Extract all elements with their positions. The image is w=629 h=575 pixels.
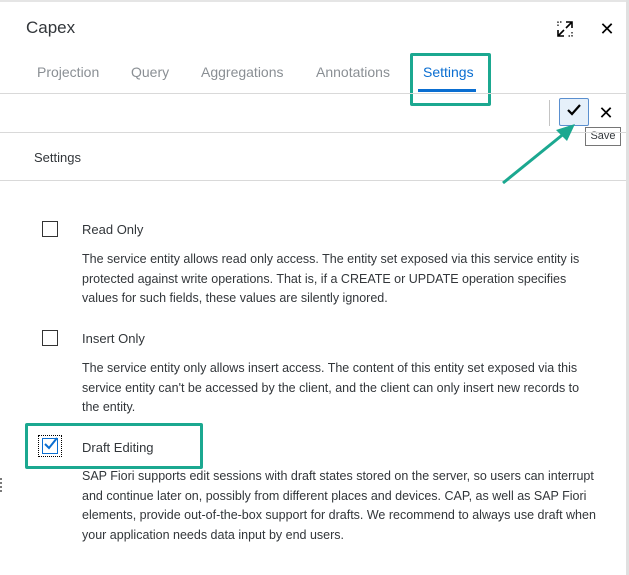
tab-projection[interactable]: Projection <box>37 64 99 80</box>
save-button[interactable] <box>559 98 589 126</box>
insert-only-description: The service entity only allows insert ac… <box>82 361 580 414</box>
dialog-title: Capex <box>26 18 76 37</box>
close-icon[interactable]: ✕ <box>598 19 616 39</box>
section-title: Settings <box>34 150 81 165</box>
tab-aggregations[interactable]: Aggregations <box>201 64 284 80</box>
draft-editing-label: Draft Editing <box>82 440 154 455</box>
tab-bar: Projection Query Aggregations Annotation… <box>0 60 626 92</box>
save-tooltip: Save <box>585 127 621 146</box>
resize-handle[interactable] <box>0 478 2 492</box>
cancel-button[interactable]: ✕ <box>596 102 616 124</box>
checkmark-icon <box>566 103 582 122</box>
insert-only-label: Insert Only <box>82 331 145 346</box>
settings-tab-callout <box>410 53 491 106</box>
checkmark-icon <box>44 437 58 451</box>
read-only-label: Read Only <box>82 222 144 237</box>
tabs-divider <box>0 93 626 94</box>
toolbar-divider <box>0 132 626 133</box>
section-divider <box>0 180 626 181</box>
toolbar-separator <box>549 100 550 126</box>
dialog-top-border <box>0 0 629 2</box>
draft-editing-description: SAP Fiori supports edit sessions with dr… <box>82 469 596 542</box>
read-only-checkbox[interactable] <box>42 221 58 237</box>
expand-icon[interactable] <box>556 20 574 38</box>
tab-query[interactable]: Query <box>131 64 169 80</box>
draft-editing-checkbox[interactable] <box>42 437 58 454</box>
insert-only-checkbox[interactable] <box>42 330 58 346</box>
read-only-description: The service entity allows read only acce… <box>82 252 580 305</box>
tab-annotations[interactable]: Annotations <box>316 64 390 80</box>
